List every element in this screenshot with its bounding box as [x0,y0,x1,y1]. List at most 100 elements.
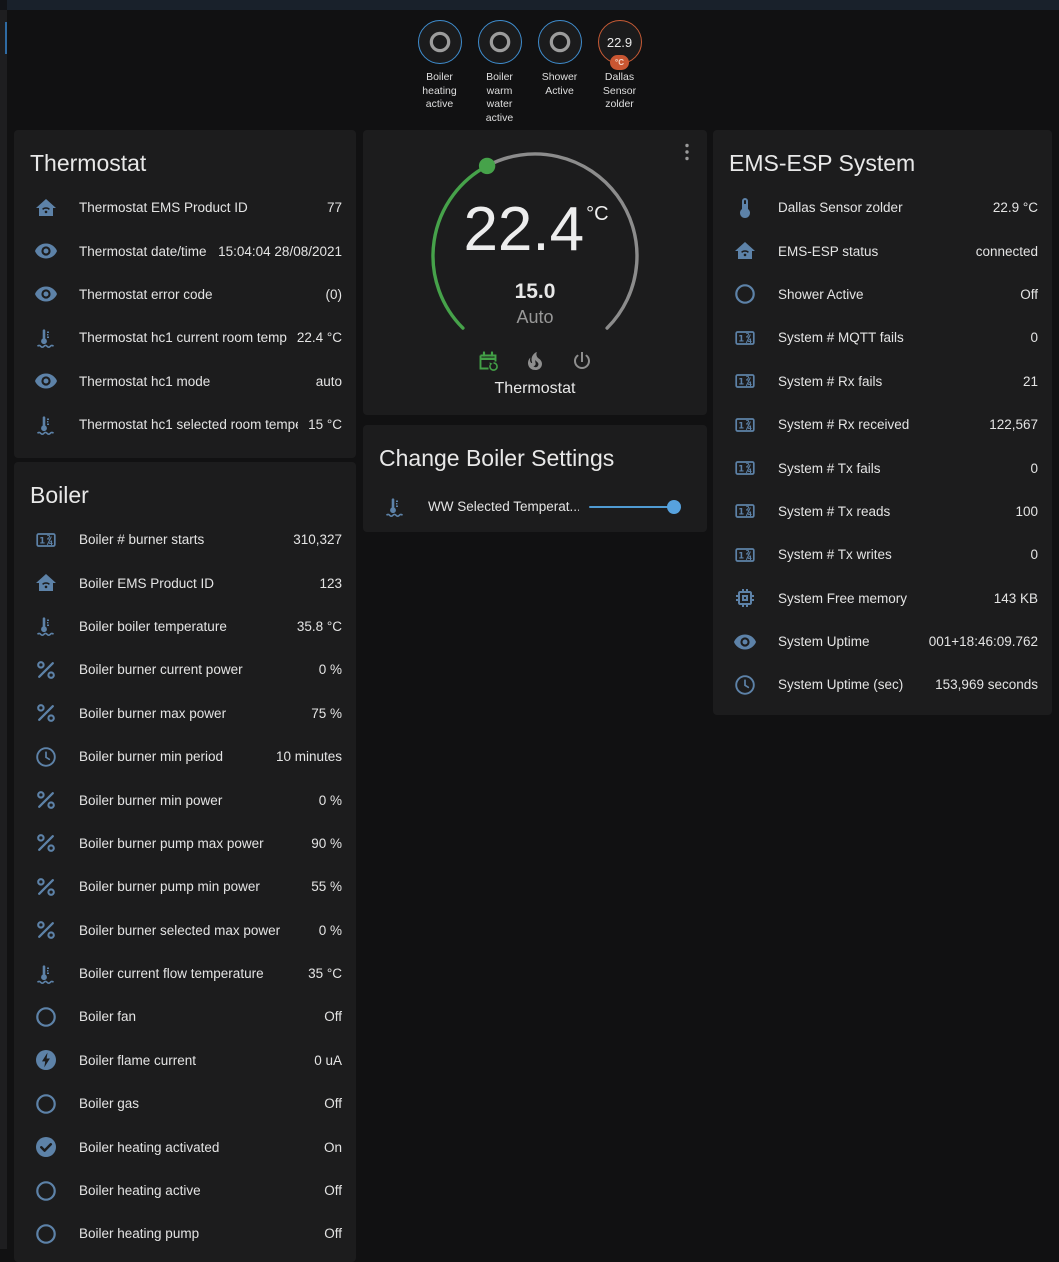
percent-icon [34,658,58,682]
entity-row[interactable]: Dallas Sensor zolder22.9 °C [713,186,1052,229]
entity-row[interactable]: Boiler burner selected max power0 % [14,909,356,952]
card-title: Thermostat [14,130,356,186]
entity-row[interactable]: Thermostat EMS Product ID77 [14,186,356,229]
entity-row[interactable]: 124System # Rx fails21 [713,360,1052,403]
card-title: Change Boiler Settings [363,425,707,481]
badge-label: Boiler warm water active [473,71,526,125]
entity-row[interactable]: Thermostat hc1 current room temper...22.… [14,316,356,359]
entity-label: EMS-ESP status [778,244,966,259]
entity-label: System # MQTT fails [778,330,1020,345]
eye-icon [34,369,58,393]
home-icon [733,239,757,263]
entity-row[interactable]: Boiler boiler temperature35.8 °C [14,605,356,648]
entity-label: Thermostat hc1 selected room temper... [79,417,298,432]
entity-row[interactable]: Boiler burner current power0 % [14,648,356,691]
badge-circle[interactable] [478,20,522,64]
entity-rows: 124Boiler # burner starts310,327Boiler E… [14,518,356,1256]
svg-text:4: 4 [748,339,752,345]
badge[interactable]: Boiler warm water active [473,20,526,125]
entity-row[interactable]: Boiler burner min power0 % [14,778,356,821]
entity-row[interactable]: Thermostat hc1 selected room temper...15… [14,403,356,446]
entity-value: (0) [326,287,343,302]
auto-mode-button[interactable] [476,349,500,373]
entity-value: 35 °C [308,966,342,981]
top-accent-bar [0,0,1059,10]
entity-label: System # Rx fails [778,374,1013,389]
percent-icon [34,875,58,899]
entity-row[interactable]: WW Selected Temperat... [363,485,707,528]
clock-icon [733,673,757,697]
entity-row[interactable]: 124System # MQTT fails0 [713,316,1052,359]
badge-value: 22.9 [607,35,632,50]
svg-text:4: 4 [748,426,752,432]
entity-row[interactable]: Shower ActiveOff [713,273,1052,316]
left-edge-strip [0,10,7,1249]
entity-value: 77 [327,200,342,215]
heat-mode-button[interactable] [523,349,547,373]
entity-row[interactable]: Boiler fanOff [14,995,356,1038]
off-mode-button[interactable] [570,349,594,373]
entity-value: 001+18:46:09.762 [929,634,1038,649]
dial-handle[interactable] [479,158,495,174]
entity-label: Boiler burner current power [79,662,309,677]
badge[interactable]: 22.9°CDallas Sensor zolder [593,20,646,125]
entity-row[interactable]: Boiler heating pumpOff [14,1212,356,1255]
badge-circle[interactable] [538,20,582,64]
ww-temperature-slider[interactable] [589,500,681,514]
entity-row[interactable]: Boiler burner min period10 minutes [14,735,356,778]
counter-icon: 124 [733,413,757,437]
entity-label: Boiler heating active [79,1183,314,1198]
entity-row[interactable]: System Uptime (sec)153,969 seconds [713,663,1052,706]
entity-row[interactable]: 124System # Tx reads100 [713,490,1052,533]
entity-label: Boiler burner pump min power [79,879,301,894]
entity-label: Thermostat hc1 mode [79,374,306,389]
card-menu-button[interactable] [675,140,699,164]
entity-row[interactable]: Boiler current flow temperature35 °C [14,952,356,995]
badge-circle[interactable] [418,20,462,64]
entity-row[interactable]: 124System # Tx fails0 [713,446,1052,489]
entity-value: 10 minutes [276,749,342,764]
badge[interactable]: Boiler heating active [413,20,466,125]
entity-label: Boiler heating activated [79,1140,314,1155]
memory-icon [733,586,757,610]
entity-row[interactable]: Boiler burner pump min power55 % [14,865,356,908]
entity-label: Boiler burner pump max power [79,836,301,851]
entity-value: connected [976,244,1038,259]
slider-track[interactable] [589,506,674,509]
slider-knob[interactable] [667,500,681,514]
entity-row[interactable]: Boiler EMS Product ID123 [14,561,356,604]
entity-label: Boiler EMS Product ID [79,576,309,591]
entity-row[interactable]: Thermostat hc1 modeauto [14,360,356,403]
entity-row[interactable]: Boiler flame current0 uA [14,1039,356,1082]
badge[interactable]: Shower Active [533,20,586,125]
entity-row[interactable]: 124Boiler # burner starts310,327 [14,518,356,561]
entity-row[interactable]: 124System # Rx received122,567 [713,403,1052,446]
entity-row[interactable]: EMS-ESP status connected [713,229,1052,272]
entity-row[interactable]: Boiler heating activeOff [14,1169,356,1212]
entity-row[interactable]: Boiler burner pump max power90 % [14,822,356,865]
entity-row[interactable]: Thermostat date/time15:04:04 28/08/2021 [14,229,356,272]
dial-entity-name: Thermostat [363,380,707,398]
entity-value: 0 % [319,793,342,808]
entity-row[interactable]: 124System # Tx writes0 [713,533,1052,576]
circle-icon [34,1179,58,1203]
eye-icon [733,630,757,654]
entity-row[interactable]: System Uptime 001+18:46:09.762 [713,620,1052,663]
entity-row[interactable]: System Free memory143 KB [713,577,1052,620]
badge-circle[interactable]: 22.9°C [598,20,642,64]
entity-label: System Uptime [778,634,919,649]
entity-value: 310,327 [293,532,342,547]
entity-value: 0 % [319,923,342,938]
entity-row[interactable]: Thermostat error code(0) [14,273,356,316]
entity-row[interactable]: Boiler gasOff [14,1082,356,1125]
home-icon [34,196,58,220]
entity-row[interactable]: Boiler heating activatedOn [14,1125,356,1168]
thermometer-water-icon [34,413,58,437]
svg-text:1: 1 [738,378,744,388]
badge-unit-pill: °C [610,55,630,70]
counter-icon: 124 [34,528,58,552]
entity-label: System # Tx fails [778,461,1020,476]
svg-text:1: 1 [39,536,45,546]
entity-label: System Uptime (sec) [778,677,925,692]
entity-row[interactable]: Boiler burner max power75 % [14,692,356,735]
